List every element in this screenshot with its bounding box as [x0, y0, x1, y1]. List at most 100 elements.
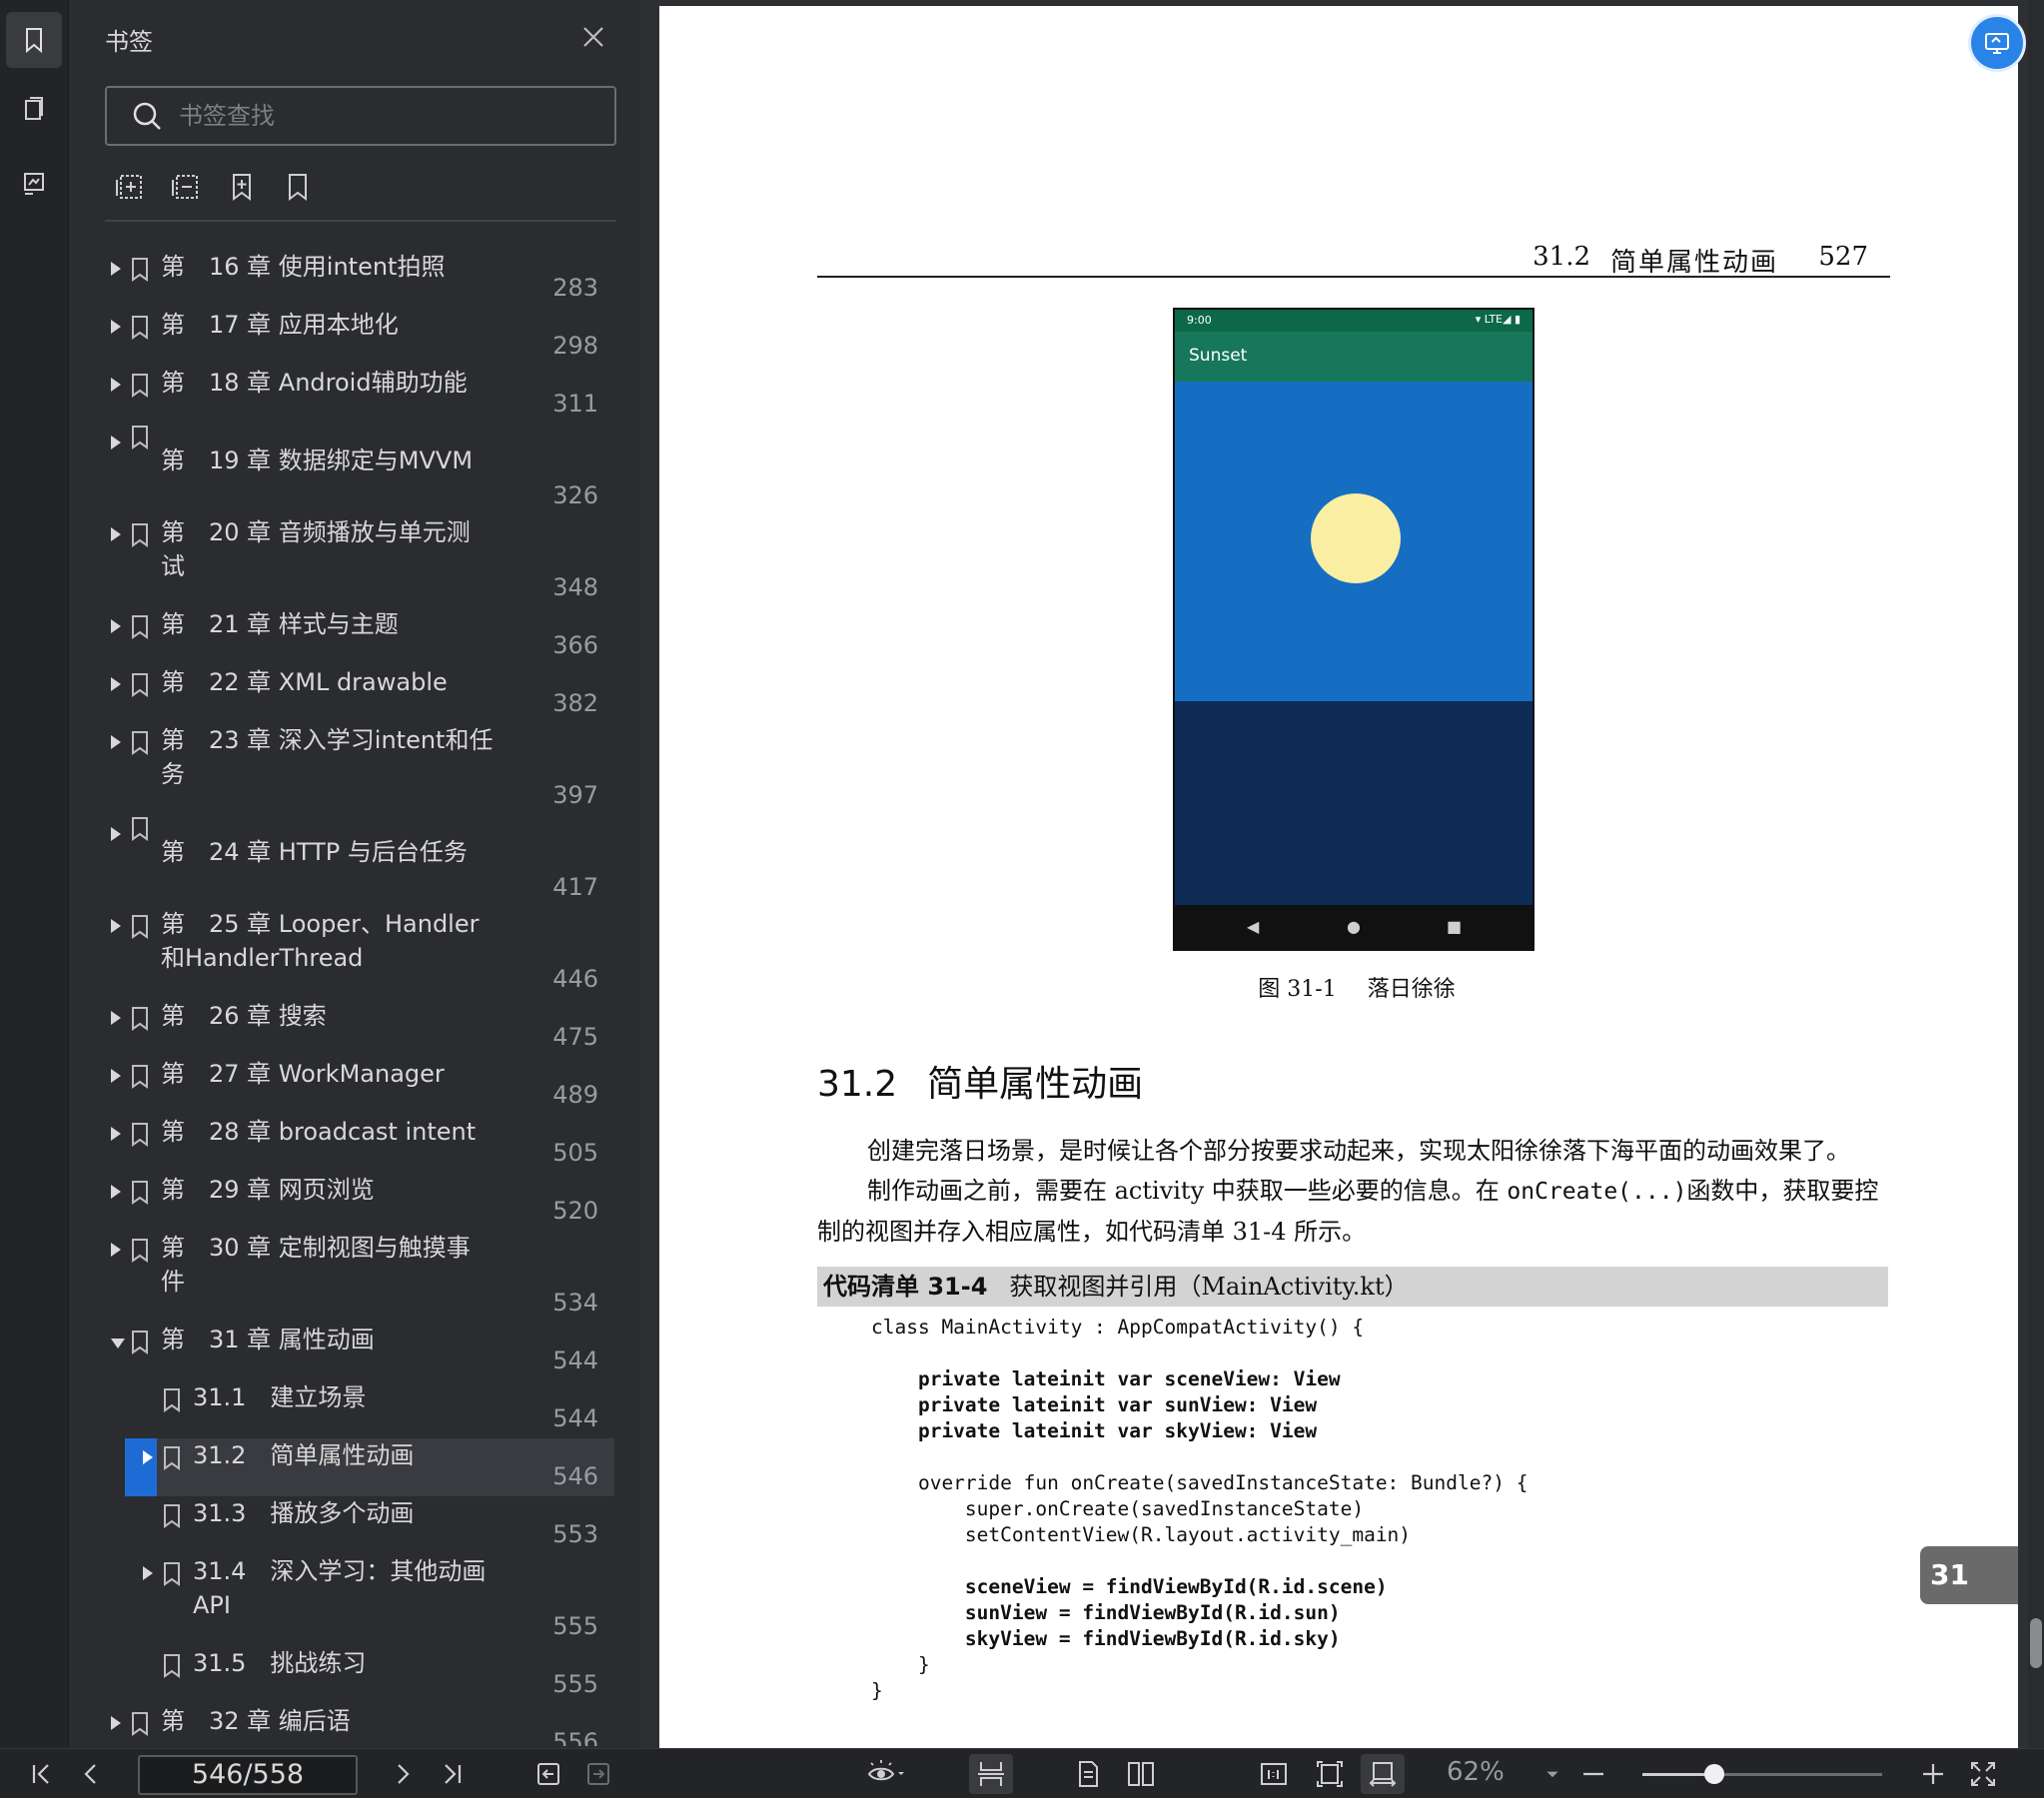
last-page-icon — [445, 1764, 462, 1784]
bookmark-chapter-item[interactable]: 第 17 章 应用本地化 298 — [89, 311, 618, 372]
next-page-button[interactable] — [386, 1759, 420, 1789]
expand-arrow-icon[interactable] — [111, 619, 121, 633]
zoom-dropdown-button[interactable] — [1542, 1759, 1562, 1789]
bookmark-chapter-item[interactable]: 第 21 章 样式与主题 366 — [89, 610, 618, 671]
expand-arrow-icon[interactable] — [111, 919, 121, 933]
bookmark-section-item[interactable]: 31.3 播放多个动画 553 — [89, 1499, 618, 1560]
thumbnail-tab-button[interactable] — [6, 82, 62, 138]
expand-arrow-icon[interactable] — [111, 378, 121, 392]
bookmark-label: 31.2 简单属性动画 — [193, 1441, 415, 1469]
bookmark-icon — [132, 1712, 148, 1736]
expand-arrow-icon[interactable] — [111, 677, 121, 691]
chevron-right-icon — [398, 1764, 410, 1784]
expand-arrow-icon[interactable] — [111, 1716, 121, 1730]
bookmark-chapter-item[interactable]: 第 22 章 XML drawable 382 — [89, 668, 618, 729]
bookmark-section-item[interactable]: 31.2 简单属性动画 546 — [89, 1438, 618, 1502]
page-number-input[interactable]: 546/558 — [138, 1755, 358, 1795]
phone-nav-bar: ◀ ● ■ — [1175, 905, 1533, 949]
fit-page-button[interactable] — [1313, 1759, 1347, 1789]
expand-arrow-icon[interactable] — [111, 262, 121, 276]
bookmark-icon — [26, 28, 42, 54]
bookmark-search-input[interactable] — [179, 102, 598, 130]
first-page-button[interactable] — [24, 1759, 58, 1789]
expand-arrow-icon[interactable] — [111, 735, 121, 749]
bookmark-icon — [164, 1388, 180, 1412]
expand-arrow-icon[interactable] — [111, 320, 121, 334]
bookmark-icon — [132, 1239, 148, 1263]
bookmark-chapter-item[interactable]: 第 29 章 网页浏览 520 — [89, 1176, 618, 1237]
expand-arrow-icon[interactable] — [143, 1450, 153, 1464]
zoom-in-button[interactable] — [1918, 1759, 1948, 1789]
add-bookmark-icon[interactable] — [227, 172, 257, 202]
expand-arrow-icon[interactable] — [111, 827, 121, 841]
bookmark-chapter-item[interactable]: 第 20 章 音频播放与单元测 试 348 — [89, 518, 618, 613]
fit-width-button[interactable] — [1361, 1754, 1405, 1794]
annotation-tab-button[interactable] — [6, 156, 62, 212]
bookmark-chapter-item[interactable]: 第 32 章 编后语 556 — [89, 1707, 618, 1746]
zoom-slider-handle[interactable] — [1704, 1764, 1724, 1784]
bookmark-section-item[interactable]: 31.5 挑战练习 555 — [89, 1649, 618, 1710]
forward-button[interactable] — [581, 1759, 615, 1789]
bookmark-chapter-item[interactable]: 第 26 章 搜索 475 — [89, 1002, 618, 1063]
bookmark-label: 第 22 章 XML drawable — [161, 668, 448, 696]
expand-arrow-icon[interactable] — [111, 1127, 121, 1141]
section-heading: 31.2 简单属性动画 — [817, 1055, 1173, 1107]
bookmark-label: 第 17 章 应用本地化 — [161, 311, 399, 339]
bookmark-outline-icon[interactable] — [283, 172, 313, 202]
bookmark-section-item[interactable]: 31.1 建立场景 544 — [89, 1383, 618, 1444]
paragraph-2-text-a: 制作动画之前，需要在 activity 中获取一些必要的信息。在 — [867, 1177, 1508, 1205]
fullscreen-button[interactable] — [1966, 1759, 2000, 1789]
actual-size-button[interactable] — [1257, 1759, 1291, 1789]
previous-page-button[interactable] — [74, 1759, 108, 1789]
bookmark-chapter-item[interactable]: 第 23 章 深入学习intent和任 务 397 — [89, 726, 618, 821]
bookmark-search-box[interactable] — [105, 86, 616, 146]
document-scrollbar[interactable] — [2028, 0, 2044, 1748]
last-page-button[interactable] — [436, 1759, 470, 1789]
bookmark-label: 第 32 章 编后语 — [161, 1707, 351, 1735]
eye-care-button[interactable] — [859, 1759, 913, 1789]
expand-arrow-icon[interactable] — [111, 1243, 121, 1257]
bookmark-chapter-item[interactable]: 第 24 章 HTTP 与后台任务 417 — [89, 817, 618, 913]
document-scroll-thumb[interactable] — [2030, 1618, 2042, 1668]
bookmark-chapter-item[interactable]: 第 31 章 属性动画 544 — [89, 1326, 618, 1386]
bookmark-icon — [132, 258, 148, 282]
running-header-page: 527 — [1818, 242, 1868, 272]
zoom-out-button[interactable] — [1578, 1759, 1608, 1789]
continuous-scroll-button[interactable] — [969, 1754, 1013, 1794]
bookmark-chapter-item[interactable]: 第 16 章 使用intent拍照 283 — [89, 253, 618, 314]
bookmark-icon — [132, 1065, 148, 1089]
bookmark-page-number: 555 — [552, 1670, 598, 1698]
bookmark-page-number: 397 — [552, 781, 598, 809]
bookmark-section-item[interactable]: 31.4 深入学习：其他动画 API 555 — [89, 1557, 618, 1652]
expand-arrow-icon[interactable] — [143, 1566, 153, 1580]
back-button[interactable] — [531, 1759, 565, 1789]
collapse-all-icon[interactable] — [171, 172, 201, 202]
figure-caption-text: 落日徐徐 — [1367, 977, 1456, 1002]
bookmark-panel: 书签 第 16 章 使用intent拍照283第 17 章 应用本地化298第 … — [68, 0, 702, 1748]
expand-arrow-icon[interactable] — [111, 1069, 121, 1083]
expand-arrow-icon[interactable] — [111, 527, 121, 541]
bookmark-chapter-item[interactable]: 第 25 章 Looper、Handler 和HandlerThread 446 — [89, 910, 618, 1005]
phone-sea — [1175, 701, 1533, 907]
collapse-arrow-icon[interactable] — [111, 1339, 125, 1348]
bookmark-chapter-item[interactable]: 第 27 章 WorkManager 489 — [89, 1060, 618, 1121]
bookmark-tab-button[interactable] — [6, 12, 62, 68]
bookmark-label: 第 18 章 Android辅助功能 — [161, 369, 468, 397]
floating-action-button[interactable] — [1968, 14, 2026, 72]
double-page-button[interactable] — [1123, 1759, 1159, 1789]
bookmark-chapter-item[interactable]: 第 18 章 Android辅助功能 311 — [89, 369, 618, 430]
bookmark-chapter-item[interactable]: 第 28 章 broadcast intent 505 — [89, 1118, 618, 1179]
expand-arrow-icon[interactable] — [111, 436, 121, 450]
expand-all-icon[interactable] — [115, 172, 145, 202]
bookmark-chapter-item[interactable]: 第 19 章 数据绑定与MVVM 326 — [89, 426, 618, 521]
zoom-value[interactable]: 62% — [1447, 1757, 1505, 1787]
close-icon[interactable] — [578, 22, 608, 52]
running-header-title: 简单属性动画 — [1609, 248, 1778, 278]
expand-arrow-icon[interactable] — [111, 1185, 121, 1199]
phone-back-icon: ◀ — [1247, 917, 1260, 936]
expand-arrow-icon[interactable] — [111, 1011, 121, 1025]
bookmark-page-number: 348 — [552, 573, 598, 601]
single-page-button[interactable] — [1071, 1759, 1105, 1789]
left-icon-rail — [0, 0, 68, 1748]
bookmark-chapter-item[interactable]: 第 30 章 定制视图与触摸事 件 534 — [89, 1234, 618, 1329]
